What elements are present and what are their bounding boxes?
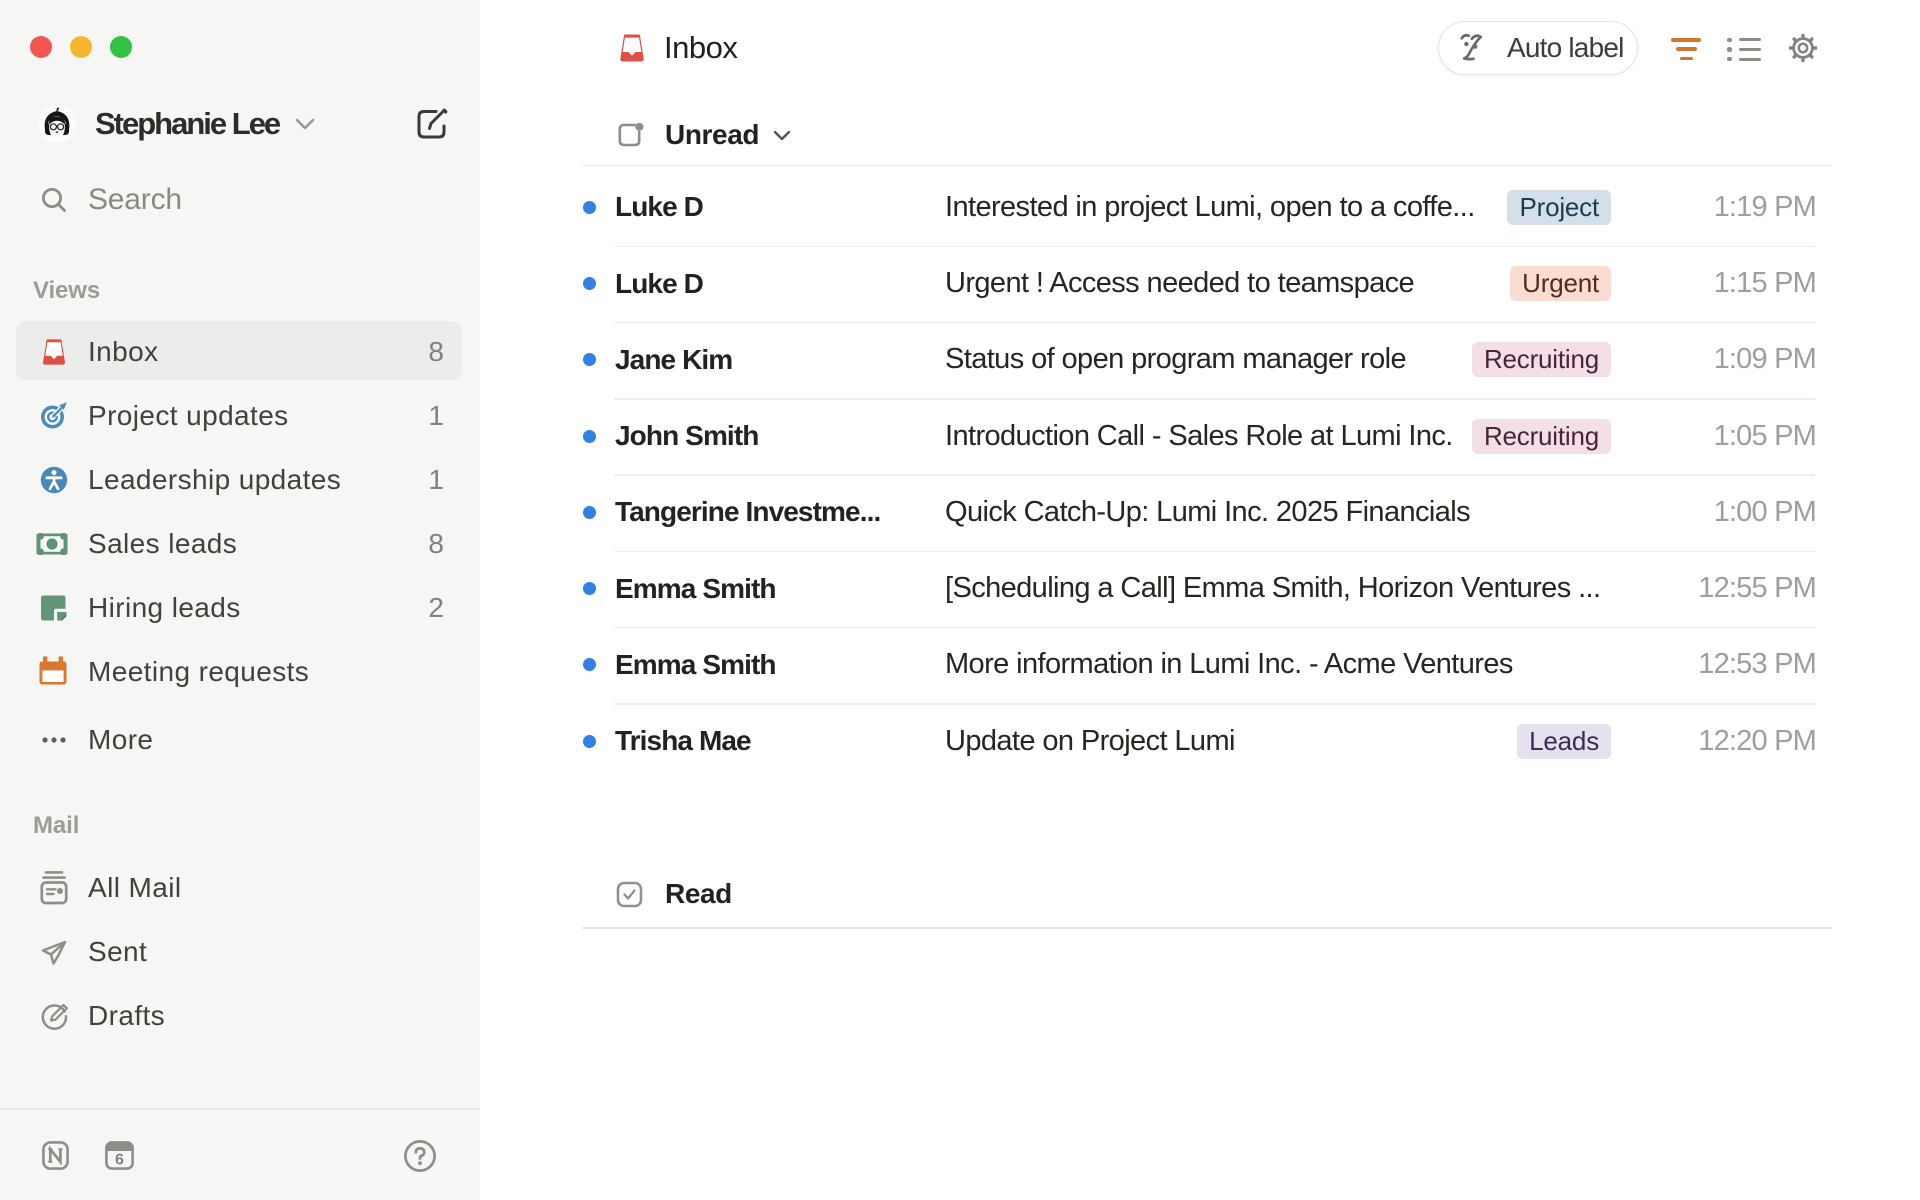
svg-text:6: 6 xyxy=(115,1152,124,1169)
